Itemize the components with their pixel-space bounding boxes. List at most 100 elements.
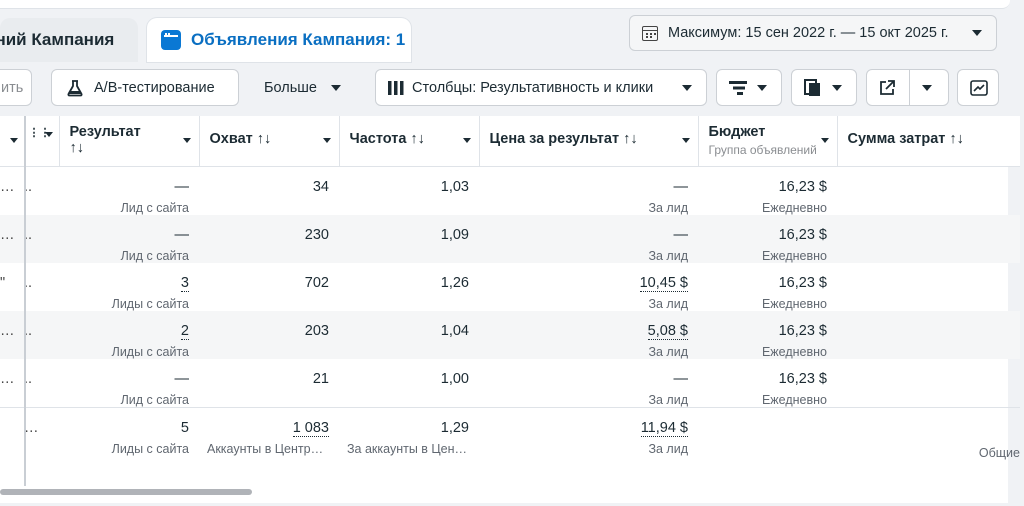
table-row[interactable]: … .. 2 Лиды с сайта 203 1,04 5,08 $ За лид… [0, 310, 1020, 359]
header-result[interactable]: Результат ↑↓ [59, 116, 200, 167]
cell-status[interactable]: .. [24, 310, 59, 359]
cell-status[interactable]: .. [24, 263, 59, 311]
header-frequency[interactable]: Частота ↑↓ [339, 116, 480, 167]
tab-ads[interactable]: Объявления Кампания: 1 [147, 18, 411, 62]
cell-status[interactable]: .. [24, 214, 59, 263]
cell-budget[interactable]: 16,23 $ Ежедневно [698, 214, 837, 263]
chevron-down-icon [832, 84, 842, 91]
header-label: Охват ↑↓ [209, 131, 272, 147]
result-value: — [174, 226, 190, 243]
chevron-down-icon [682, 84, 692, 91]
cell-cost-per-result: — За лид [479, 166, 698, 215]
cpr-value[interactable]: 10,45 $ [639, 274, 688, 292]
cell-name[interactable]: … [0, 214, 24, 263]
table-row[interactable]: " .. 3 Лиды с сайта 702 1,26 10,45 $ За ли… [0, 263, 1020, 311]
result-value: — [174, 370, 190, 387]
table-row[interactable]: … .. — Лид с сайта 230 1,09 — За лид 16,23… [0, 214, 1020, 263]
budget-type: Ежедневно [761, 344, 827, 359]
charts-button[interactable] [957, 69, 999, 106]
chevron-down-icon[interactable] [462, 138, 471, 143]
export-button-group[interactable] [866, 69, 949, 106]
chevron-down-icon[interactable] [681, 138, 690, 143]
table-row[interactable]: … .. — Лид с сайта 34 1,03 — За лид 16,23 … [0, 166, 1020, 215]
cell-amount-spent [837, 310, 1020, 359]
cell-amount-spent [837, 166, 1020, 215]
cell-cost-per-result: — За лид [479, 359, 698, 408]
cell-amount-spent [837, 263, 1020, 311]
header-sublabel: Группа объявлений [708, 143, 817, 157]
chevron-down-icon[interactable] [322, 138, 331, 143]
header-label: Частота ↑↓ [349, 131, 425, 147]
chevron-down-icon[interactable] [9, 138, 18, 143]
reports-button[interactable] [791, 69, 857, 106]
chevron-down-icon[interactable] [922, 84, 932, 91]
cell-budget[interactable]: 16,23 $ Ежедневно [698, 263, 837, 311]
frequency-value: 1,04 [440, 322, 469, 339]
header-cost-per-result[interactable]: Цена за результат ↑↓ [479, 116, 699, 167]
cell-status[interactable]: .. [24, 166, 59, 215]
cpr-value[interactable]: 5,08 $ [647, 322, 688, 340]
header-name-col[interactable] [0, 116, 25, 167]
chevron-down-icon[interactable] [182, 138, 191, 143]
cell-name[interactable]: … [0, 310, 24, 359]
chevron-down-icon[interactable] [44, 132, 53, 137]
more-button[interactable]: Больше [256, 69, 352, 106]
cell-status[interactable]: .. [24, 359, 59, 408]
cell-result: 3 Лиды с сайта [59, 263, 199, 311]
header-reach[interactable]: Охват ↑↓ [199, 116, 340, 167]
ads-table: ⋮⋮ Результат ↑↓ Охват ↑↓ Частота ↑↓ Цена… [0, 116, 1020, 463]
columns-dropdown[interactable]: Столбцы: Результативность и клики [375, 69, 707, 106]
date-range-picker[interactable]: Максимум: 15 сен 2022 г. — 15 окт 2025 г… [629, 15, 997, 51]
budget-value: 16,23 $ [778, 274, 827, 291]
header-amount-spent[interactable]: Сумма затрат ↑↓ [837, 116, 1020, 167]
cell-budget[interactable]: 16,23 $ Ежедневно [698, 310, 837, 359]
flask-icon [67, 79, 83, 96]
tab-campaign-adsets[interactable]: ений Кампания [0, 18, 138, 62]
header-status-col[interactable]: ⋮⋮ [24, 116, 60, 167]
header-budget[interactable]: Бюджет Группа объявлений [698, 116, 838, 167]
total-result: 5 Лиды с сайта [59, 406, 199, 463]
ab-test-label: A/B-тестирование [94, 79, 215, 96]
header-label: Бюджет [708, 124, 766, 140]
result-type: Лиды с сайта [111, 296, 189, 311]
cell-name[interactable]: … [0, 359, 24, 408]
cell-cost-per-result: — За лид [479, 214, 698, 263]
chevron-down-icon[interactable] [820, 138, 829, 143]
result-type: Лиды с сайта [111, 344, 189, 359]
total-result-value: 5 [180, 419, 189, 436]
sort-icon[interactable]: ↑↓ [70, 140, 191, 156]
total-cost-per-result: 11,94 $ За лид [479, 406, 698, 463]
total-reach-value[interactable]: 1 083 [292, 419, 329, 437]
cpr-type: За лид [648, 392, 688, 407]
breakdown-icon [729, 80, 747, 95]
cell-budget[interactable]: 16,23 $ Ежедневно [698, 166, 837, 215]
cell-frequency: 1,26 [339, 263, 479, 311]
reach-value: 21 [312, 370, 329, 387]
result-value[interactable]: 2 [180, 322, 189, 340]
total-spend-type: Общие [978, 445, 1020, 460]
cell-name [0, 406, 24, 463]
total-result-type: Лиды с сайта [111, 441, 189, 456]
reach-value: 203 [304, 322, 329, 339]
export-icon[interactable] [879, 79, 895, 96]
frequency-value: 1,03 [440, 178, 469, 195]
chevron-down-icon [757, 84, 767, 91]
total-cpr-value[interactable]: 11,94 $ [640, 419, 688, 437]
cpr-type: За лид [648, 296, 688, 311]
breakdown-button[interactable] [716, 69, 782, 106]
cell-reach: 34 [199, 166, 339, 215]
cell-name[interactable]: " [0, 263, 24, 311]
result-value[interactable]: 3 [180, 274, 189, 292]
partial-toolbar-button[interactable]: ить [0, 69, 32, 106]
budget-value: 16,23 $ [778, 322, 827, 339]
ab-test-button[interactable]: A/B-тестирование [51, 69, 239, 106]
cell-budget[interactable]: 16,23 $ Ежедневно [698, 359, 837, 408]
trend-chart-icon [970, 79, 988, 96]
frequency-value: 1,09 [440, 226, 469, 243]
cell-amount-spent [837, 359, 1020, 408]
cell-name[interactable]: … [0, 166, 24, 215]
cell-frequency: 1,09 [339, 214, 479, 263]
result-type: Лид с сайта [120, 392, 189, 407]
table-row[interactable]: … .. — Лид с сайта 21 1,00 — За лид 16,23 … [0, 359, 1020, 408]
horizontal-scrollbar[interactable] [0, 489, 252, 495]
